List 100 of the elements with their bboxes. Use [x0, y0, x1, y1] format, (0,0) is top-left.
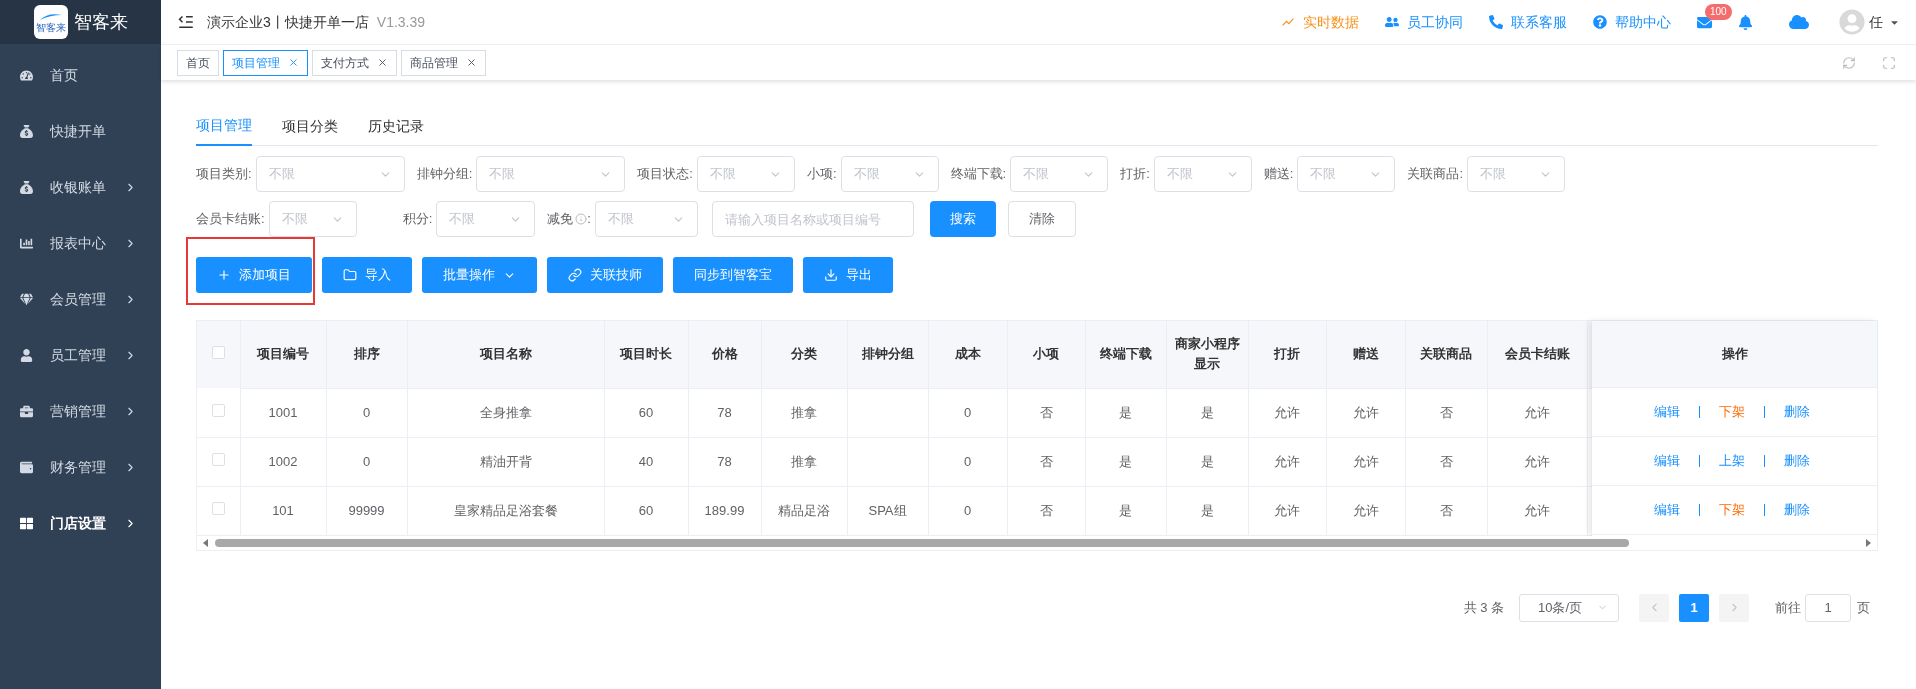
- header-link[interactable]: 帮助中心: [1593, 11, 1671, 33]
- sidebar-item[interactable]: 首页: [0, 47, 161, 103]
- table-cell: 78: [688, 388, 761, 437]
- filter-select[interactable]: 不限: [1467, 156, 1565, 192]
- sidebar-item[interactable]: 报表中心: [0, 215, 161, 271]
- scrollbar-thumb[interactable]: [215, 538, 1629, 547]
- table-cell: 是: [1085, 388, 1166, 437]
- filter-select[interactable]: 不限: [436, 201, 536, 237]
- table-cell: 推拿: [761, 388, 847, 437]
- sidebar-item[interactable]: 门店设置: [0, 495, 161, 551]
- page-tab[interactable]: 支付方式: [312, 49, 397, 76]
- page-tab[interactable]: 首页: [177, 49, 219, 76]
- diamond-icon: [20, 292, 33, 306]
- action-button[interactable]: 关联技师: [547, 257, 663, 293]
- row-action-link[interactable]: 上架: [1719, 451, 1745, 471]
- refresh-icon[interactable]: [1842, 55, 1856, 70]
- table-cell: 0: [928, 388, 1007, 437]
- row-action-link[interactable]: 下架: [1719, 500, 1745, 520]
- header-link[interactable]: 员工协同: [1385, 11, 1463, 33]
- table-cell: 允许: [1326, 486, 1405, 535]
- users-icon: [1385, 15, 1399, 29]
- filter-select[interactable]: 不限: [1153, 156, 1252, 192]
- column-header: 成本: [928, 321, 1007, 388]
- table-cell: 40: [604, 437, 688, 486]
- sidebar-item[interactable]: 员工管理: [0, 327, 161, 383]
- filter-label: 项目状态:: [637, 165, 693, 184]
- goto-page-field[interactable]: 1: [1805, 593, 1851, 622]
- header-link[interactable]: 实时数据: [1281, 11, 1359, 33]
- table-cell: 0: [928, 486, 1007, 535]
- bell-icon[interactable]: [1738, 14, 1753, 30]
- filter-select[interactable]: 不限: [476, 156, 626, 192]
- filter-select[interactable]: 不限: [268, 201, 357, 237]
- table-cell: 1002: [240, 437, 326, 486]
- cloud-icon[interactable]: [1789, 12, 1809, 32]
- filter-label: 关联商品:: [1407, 165, 1463, 184]
- user-name[interactable]: 任: [1869, 11, 1883, 33]
- filter-select[interactable]: 不限: [594, 201, 698, 237]
- table-cell: 否: [1405, 437, 1487, 486]
- action-button[interactable]: 同步到智客宝: [673, 257, 793, 293]
- action-button[interactable]: 导出: [803, 257, 893, 293]
- content-tab[interactable]: 历史记录: [368, 106, 424, 146]
- row-action-link[interactable]: 编辑: [1654, 451, 1680, 471]
- row-action-link[interactable]: 删除: [1784, 451, 1810, 471]
- clear-button[interactable]: 清除: [1007, 201, 1076, 237]
- row-action-link[interactable]: 下架: [1719, 402, 1745, 422]
- page-number[interactable]: 1: [1679, 593, 1709, 622]
- action-button[interactable]: 导入: [322, 257, 412, 293]
- filter-select[interactable]: 不限: [696, 156, 795, 192]
- sidebar-item[interactable]: 财务管理: [0, 439, 161, 495]
- scroll-right-icon[interactable]: [1865, 538, 1871, 547]
- filter-label: 小项:: [806, 165, 837, 184]
- table-cell: 是: [1166, 437, 1248, 486]
- folder-icon: [343, 268, 357, 282]
- row-action-link[interactable]: 删除: [1784, 402, 1810, 422]
- mail-icon[interactable]: [1697, 14, 1712, 30]
- sidebar-item[interactable]: 会员管理: [0, 271, 161, 327]
- table-cell: 皇家精品足浴套餐: [407, 486, 604, 535]
- avatar-icon[interactable]: [1839, 9, 1865, 35]
- page-size-select[interactable]: 10条/页: [1519, 593, 1619, 622]
- action-button[interactable]: 添加项目: [196, 257, 312, 293]
- menu-fold-icon[interactable]: [177, 13, 195, 31]
- filter-label: 减免: [547, 210, 574, 229]
- table-cell: 99999: [326, 486, 407, 535]
- checkbox[interactable]: [211, 452, 225, 466]
- checkbox[interactable]: [211, 501, 225, 515]
- filter-select[interactable]: 不限: [1297, 156, 1396, 192]
- checkbox[interactable]: [211, 403, 225, 417]
- filter-label: 积分:: [402, 210, 433, 229]
- close-icon[interactable]: [466, 57, 477, 68]
- wallet-icon: [20, 460, 33, 474]
- content-tab[interactable]: 项目分类: [282, 106, 338, 146]
- money-bag-icon: [20, 180, 33, 194]
- sidebar-item[interactable]: 营销管理: [0, 383, 161, 439]
- column-header: 商家小程序显示: [1166, 321, 1248, 388]
- column-header: 操作: [1592, 321, 1877, 388]
- row-action-link[interactable]: 编辑: [1654, 500, 1680, 520]
- table-cell: 允许: [1326, 388, 1405, 437]
- content-tab[interactable]: 项目管理: [196, 106, 252, 146]
- table-cell: 0: [326, 388, 407, 437]
- table-cell: 允许: [1248, 388, 1326, 437]
- search-button[interactable]: 搜索: [929, 201, 996, 237]
- action-button[interactable]: 批量操作: [422, 257, 537, 293]
- page-tab[interactable]: 商品管理: [401, 49, 486, 76]
- row-action-link[interactable]: 删除: [1784, 500, 1810, 520]
- logo-text: 智客来: [73, 10, 128, 34]
- scroll-left-icon[interactable]: [203, 538, 209, 547]
- row-action-link[interactable]: 编辑: [1654, 402, 1680, 422]
- sidebar-item[interactable]: 快捷开单: [0, 103, 161, 159]
- filter-select[interactable]: 不限: [255, 156, 405, 192]
- filter-select[interactable]: 不限: [1010, 156, 1109, 192]
- sidebar-item[interactable]: 收银账单: [0, 159, 161, 215]
- table-cell: 全身推拿: [407, 388, 604, 437]
- filter-select[interactable]: 不限: [840, 156, 939, 192]
- checkbox[interactable]: [211, 345, 225, 359]
- header-link[interactable]: 联系客服: [1489, 11, 1567, 33]
- page-tab[interactable]: 项目管理: [223, 49, 308, 76]
- close-icon[interactable]: [288, 57, 299, 68]
- fullscreen-icon[interactable]: [1882, 55, 1896, 70]
- close-icon[interactable]: [377, 57, 388, 68]
- search-field[interactable]: 请输入项目名称或项目编号: [711, 201, 914, 237]
